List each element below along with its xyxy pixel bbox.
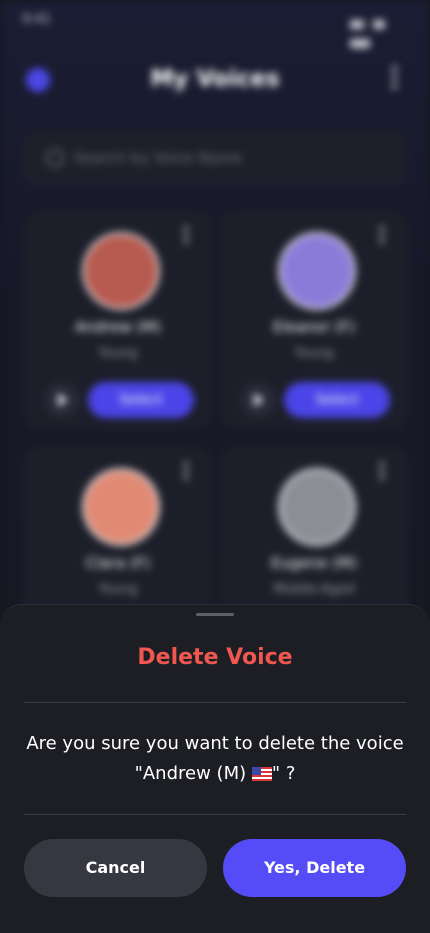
voice-name: Clara (F) <box>85 554 151 572</box>
wifi-icon <box>373 20 386 29</box>
status-time: 9:41 <box>22 12 52 27</box>
divider <box>24 814 406 815</box>
voice-age: Young <box>98 582 138 597</box>
avatar <box>278 468 356 546</box>
voice-card[interactable]: Andrew (M) Young Select <box>24 210 212 430</box>
voice-name: Eleanor (F) <box>272 318 356 336</box>
select-button[interactable]: Select <box>88 382 194 418</box>
voice-age: Middle-Aged <box>273 582 355 597</box>
dialog-message-line2: "Andrew (M) " ? <box>20 759 410 789</box>
voice-age: Young <box>98 346 138 361</box>
status-icons <box>346 14 406 48</box>
delete-voice-sheet: Delete Voice Are you sure you want to de… <box>0 604 430 933</box>
voice-name: Eugene (M) <box>271 554 357 572</box>
page-title: My Voices <box>150 66 280 92</box>
play-button[interactable] <box>240 382 276 418</box>
dialog-message-line2-prefix: "Andrew (M) <box>134 763 252 784</box>
card-menu-icon[interactable] <box>184 462 188 483</box>
card-menu-icon[interactable] <box>380 226 384 247</box>
us-flag-icon <box>251 767 272 781</box>
search-placeholder: Search by Voice Name <box>74 149 243 167</box>
voice-card[interactable]: Eleanor (F) Young Select <box>220 210 408 430</box>
status-bar: 9:41 <box>0 0 430 48</box>
card-menu-icon[interactable] <box>380 462 384 483</box>
avatar <box>82 468 160 546</box>
dialog-title: Delete Voice <box>137 645 293 670</box>
app-bar: My Voices <box>0 56 430 104</box>
search-input[interactable]: Search by Voice Name <box>22 130 408 186</box>
play-button[interactable] <box>44 382 80 418</box>
sheet-drag-handle[interactable] <box>196 613 234 616</box>
dialog-message-line2-suffix: " ? <box>271 763 296 784</box>
confirm-delete-button[interactable]: Yes, Delete <box>223 839 406 897</box>
battery-icon <box>350 39 370 48</box>
search-icon <box>46 149 64 167</box>
divider <box>24 702 406 703</box>
card-menu-icon[interactable] <box>184 226 188 247</box>
signal-icon <box>350 20 364 29</box>
avatar <box>278 232 356 310</box>
cancel-button[interactable]: Cancel <box>24 839 207 897</box>
voice-age: Young <box>294 346 334 361</box>
avatar <box>82 232 160 310</box>
more-options-icon[interactable] <box>392 66 398 94</box>
dialog-message-line1: Are you sure you want to delete the voic… <box>26 733 404 754</box>
dialog-message: Are you sure you want to delete the voic… <box>20 729 410 789</box>
select-button[interactable]: Select <box>284 382 390 418</box>
voice-name: Andrew (M) <box>74 318 162 336</box>
